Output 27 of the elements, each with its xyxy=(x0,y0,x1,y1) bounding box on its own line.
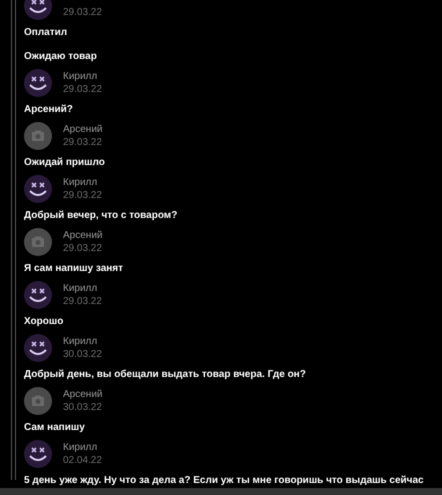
author-name: Арсений xyxy=(63,230,102,241)
message-date: 29.03.22 xyxy=(63,6,102,20)
author-name: Кирилл xyxy=(63,442,98,453)
message-date: 29.03.22 xyxy=(63,295,102,309)
message-text: Арсений? xyxy=(24,104,73,115)
message-text: Добрый вечер, что с товаром? xyxy=(24,210,178,221)
message-text: Я сам напишу занят xyxy=(24,263,124,274)
message-date: 29.03.22 xyxy=(63,242,102,256)
message-text: Ожидай пришло xyxy=(24,157,105,168)
message-date: 02.04.22 xyxy=(63,454,102,468)
author-name: Кирилл xyxy=(63,71,98,82)
message-date: 30.03.22 xyxy=(63,348,102,362)
message-date: 29.03.22 xyxy=(63,83,102,97)
message-date: 30.03.22 xyxy=(63,401,102,415)
author-name: Арсений xyxy=(63,389,102,400)
message-text: 5 день уже жду. Ну что за дела а? Если уж ты мне говоришь что выдашь сейчас xyxy=(24,475,424,486)
message-text: Добрый день, вы обещали выдать товар вчера. Где он? xyxy=(24,369,306,380)
message-text: Ожидаю товар xyxy=(24,51,97,62)
message-date: 29.03.22 xyxy=(63,189,102,203)
message-text: Сам напишу xyxy=(24,422,85,433)
author-name: Кирилл xyxy=(63,283,98,294)
message-text: Хорошо xyxy=(24,316,64,327)
author-name: Арсений xyxy=(63,124,102,135)
message-date: 29.03.22 xyxy=(63,136,102,150)
message-text: Оплатил xyxy=(24,27,68,38)
author-name: Кирилл xyxy=(63,336,98,347)
author-name: Кирилл xyxy=(63,177,98,188)
